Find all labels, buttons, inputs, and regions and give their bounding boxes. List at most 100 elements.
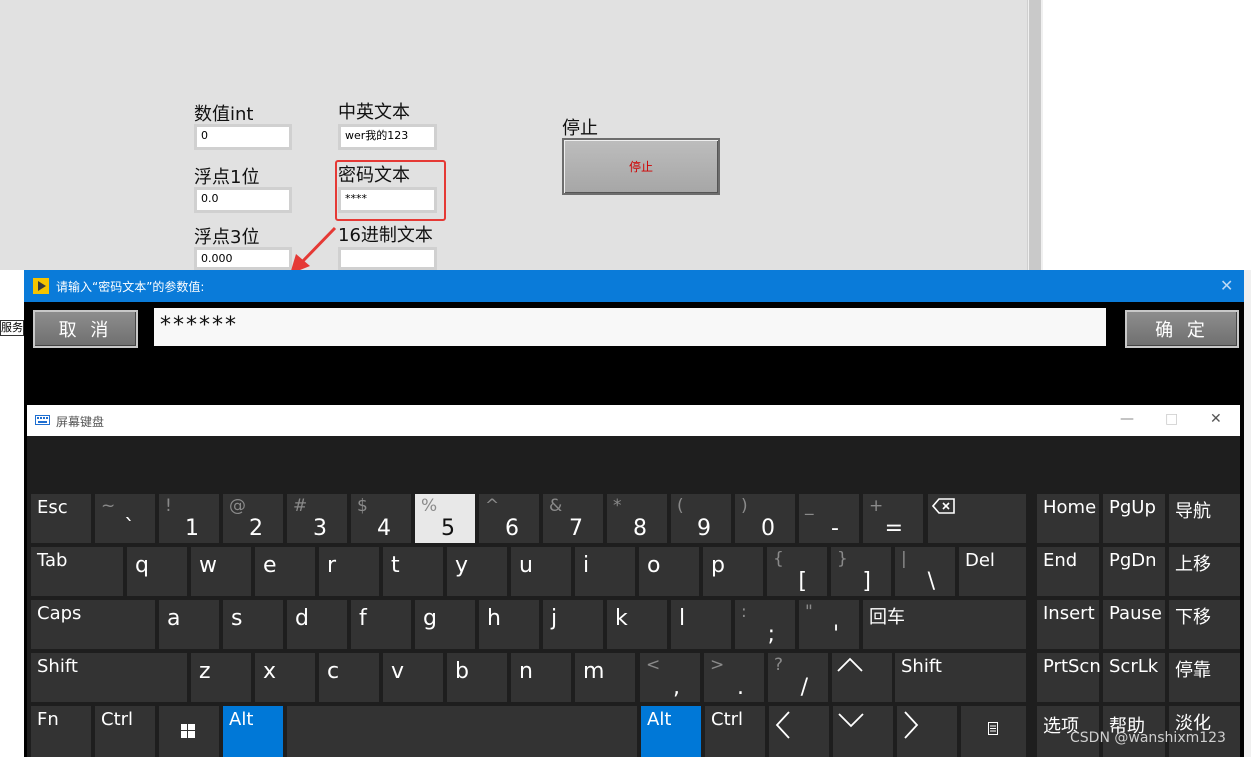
float1-field[interactable]: 0.0 <box>194 187 292 213</box>
key-insert[interactable]: Insert <box>1037 600 1099 649</box>
key-windows[interactable] <box>159 706 219 757</box>
key-base-symbol: 0 <box>761 516 775 541</box>
key-letter[interactable]: j <box>543 600 603 649</box>
label-stop: 停止 <box>562 118 598 139</box>
dialog-close-icon[interactable]: ✕ <box>1220 276 1233 295</box>
key-number[interactable]: % 5 <box>415 494 475 543</box>
key-number[interactable]: @2 <box>223 494 283 543</box>
key-letter[interactable]: z <box>191 653 251 702</box>
key-space[interactable] <box>287 706 637 757</box>
key-symbol[interactable]: " ' <box>799 600 859 649</box>
key-number[interactable]: _ - <box>799 494 859 543</box>
key-arrow-right[interactable] <box>897 706 957 757</box>
key-symbol[interactable]: :; <box>735 600 795 649</box>
key-number[interactable]: $4 <box>351 494 411 543</box>
key-shift-symbol: ? <box>774 655 784 675</box>
key-arrow-up[interactable] <box>832 653 892 702</box>
stop-button[interactable]: 停止 <box>562 138 720 195</box>
key-letter[interactable]: g <box>415 600 475 649</box>
key-home[interactable]: Home <box>1037 494 1099 543</box>
key-number[interactable]: ^ 6 <box>479 494 539 543</box>
key-pgdn[interactable]: PgDn <box>1103 547 1165 596</box>
key-enter[interactable]: 回车 <box>863 600 1026 649</box>
scrollbar-thumb[interactable] <box>1029 0 1041 270</box>
key-letter[interactable]: y <box>447 547 507 596</box>
key-dock[interactable]: 停靠 <box>1169 653 1240 702</box>
key-number[interactable]: + = <box>863 494 923 543</box>
key-alt-right[interactable]: Alt <box>641 706 701 757</box>
key-number[interactable]: ! 1 <box>159 494 219 543</box>
key-letter[interactable]: f <box>351 600 411 649</box>
key-letter[interactable]: i <box>575 547 635 596</box>
key-letter[interactable]: o <box>639 547 699 596</box>
maximize-icon[interactable]: □ <box>1165 411 1178 427</box>
osk-titlebar[interactable] <box>27 405 1240 436</box>
key-letter[interactable]: l <box>671 600 731 649</box>
key-letter[interactable]: q <box>127 547 187 596</box>
key-number[interactable]: ) 0 <box>735 494 795 543</box>
key-pgup[interactable]: PgUp <box>1103 494 1165 543</box>
key-symbol[interactable]: }] <box>831 547 891 596</box>
key-letter[interactable]: d <box>287 600 347 649</box>
float3-field[interactable]: 0.000 <box>194 247 292 270</box>
key-arrow-down[interactable] <box>833 706 893 757</box>
key-end[interactable]: End <box>1037 547 1099 596</box>
minimize-icon[interactable]: — <box>1120 411 1134 427</box>
key-caps[interactable]: Caps <box>31 600 155 649</box>
osk-close-icon[interactable]: ✕ <box>1210 411 1222 427</box>
key-prtscn[interactable]: PrtScn <box>1037 653 1101 702</box>
key-menu[interactable] <box>961 706 1026 757</box>
key-letter[interactable]: b <box>447 653 507 702</box>
key-symbol[interactable]: >. <box>704 653 764 702</box>
key-letter[interactable]: t <box>383 547 443 596</box>
key-letter[interactable]: h <box>479 600 539 649</box>
key-esc[interactable]: Esc <box>31 494 91 543</box>
int-field[interactable]: 0 <box>194 124 292 150</box>
label-hex-text: 16进制文本 <box>338 225 433 246</box>
key-letter[interactable]: v <box>383 653 443 702</box>
key-letter[interactable]: c <box>319 653 379 702</box>
key-number[interactable]: #3 <box>287 494 347 543</box>
key-letter[interactable]: s <box>223 600 283 649</box>
key-symbol[interactable]: | \ <box>895 547 955 596</box>
key-ctrl-left[interactable]: Ctrl <box>95 706 155 757</box>
dialog-titlebar[interactable] <box>24 270 1244 302</box>
key-letter[interactable]: e <box>255 547 315 596</box>
key-arrow-left[interactable] <box>769 706 829 757</box>
key-symbol[interactable]: ? / <box>768 653 828 702</box>
key-letter[interactable]: x <box>255 653 315 702</box>
key-letter[interactable]: k <box>607 600 667 649</box>
key-number[interactable]: & 7 <box>543 494 603 543</box>
key-symbol[interactable]: <, <box>640 653 700 702</box>
key-move-up[interactable]: 上移 <box>1169 547 1240 596</box>
key-letter[interactable]: u <box>511 547 571 596</box>
key-letter[interactable]: a <box>159 600 219 649</box>
key-shift-symbol: } <box>837 549 848 569</box>
key-nav[interactable]: 导航 <box>1169 494 1240 543</box>
ok-button[interactable]: 确 定 <box>1125 310 1239 348</box>
password-input[interactable]: ****** <box>154 308 1106 346</box>
key-shift-left[interactable]: Shift <box>31 653 187 702</box>
hex-field[interactable] <box>338 247 437 270</box>
key-tab[interactable]: Tab <box>31 547 123 596</box>
key-number[interactable]: * 8 <box>607 494 667 543</box>
key-fn[interactable]: Fn <box>31 706 91 757</box>
key-alt-left[interactable]: Alt <box>223 706 283 757</box>
key-move-down[interactable]: 下移 <box>1169 600 1240 649</box>
key-pause[interactable]: Pause <box>1103 600 1165 649</box>
key-shift-right[interactable]: Shift <box>895 653 1026 702</box>
key-scrlk[interactable]: ScrLk <box>1103 653 1165 702</box>
cancel-button[interactable]: 取 消 <box>33 310 138 348</box>
key-backspace[interactable] <box>928 494 1026 543</box>
key-del[interactable]: Del <box>959 547 1026 596</box>
key-ctrl-right[interactable]: Ctrl <box>705 706 765 757</box>
key-letter[interactable]: p <box>703 547 763 596</box>
key-letter[interactable]: w <box>191 547 251 596</box>
key-letter[interactable]: n <box>511 653 571 702</box>
mixed-text-field[interactable]: wer我的123 <box>338 124 437 150</box>
key-letter[interactable]: r <box>319 547 379 596</box>
key-number[interactable]: ~ ` <box>95 494 155 543</box>
key-number[interactable]: (9 <box>671 494 731 543</box>
key-letter[interactable]: m <box>575 653 635 702</box>
key-symbol[interactable]: {[ <box>767 547 827 596</box>
